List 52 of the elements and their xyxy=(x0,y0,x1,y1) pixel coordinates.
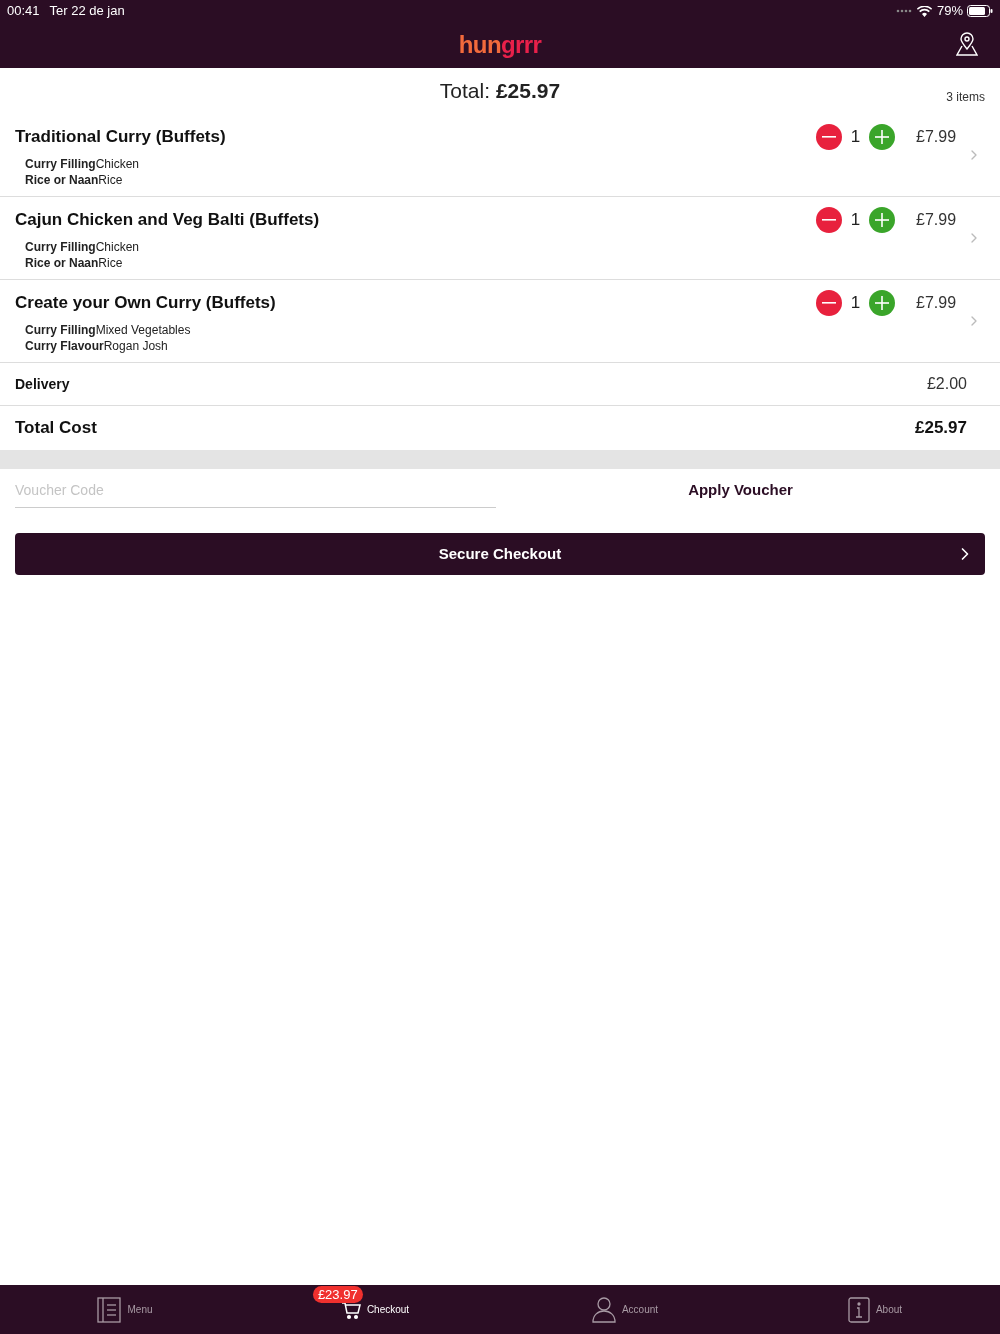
tab-item[interactable]: Menu xyxy=(0,1285,250,1334)
plus-icon xyxy=(875,130,889,144)
item-price: £7.99 xyxy=(916,210,956,230)
item-option: Curry FillingMixed Vegetables xyxy=(15,321,816,338)
item-price: £7.99 xyxy=(916,293,956,313)
delivery-label: Delivery xyxy=(15,374,70,394)
item-name: Traditional Curry (Buffets) xyxy=(15,126,227,148)
total-cost-value: £25.97 xyxy=(915,417,967,440)
item-count: 3 items xyxy=(946,89,985,106)
quantity: 1 xyxy=(849,209,862,231)
logo: hungrrr xyxy=(458,30,542,60)
delivery-price: £2.00 xyxy=(926,374,967,394)
cart-total-badge: £23.97 xyxy=(312,1285,363,1303)
battery-percent: 79% xyxy=(936,2,963,21)
increase-button[interactable] xyxy=(869,207,895,233)
voucher-field[interactable]: Voucher Code xyxy=(15,472,496,508)
order-total: Total: £25.97 xyxy=(439,79,561,103)
plus-icon xyxy=(875,213,889,227)
item-price: £7.99 xyxy=(916,127,956,147)
wifi-icon xyxy=(916,5,932,17)
apply-voucher-button[interactable]: Apply Voucher xyxy=(688,478,793,502)
tab-item[interactable]: £23.97 Checkout xyxy=(250,1285,500,1334)
minus-icon xyxy=(822,136,836,138)
book-icon xyxy=(97,1296,122,1323)
total-cost-label: Total Cost xyxy=(15,417,97,440)
status-date: Ter 22 de jan xyxy=(49,2,125,21)
plus-icon xyxy=(875,296,889,310)
signal-icon xyxy=(895,9,912,13)
decrease-button[interactable] xyxy=(816,124,842,150)
minus-icon xyxy=(822,302,836,304)
minus-icon xyxy=(822,219,836,221)
battery-icon xyxy=(967,5,993,17)
tab-item[interactable]: About xyxy=(750,1285,1000,1334)
item-option: Rice or NaanRice xyxy=(15,171,816,188)
status-time: 00:41 xyxy=(7,2,40,21)
item-name: Create your Own Curry (Buffets) xyxy=(15,292,277,314)
increase-button[interactable] xyxy=(869,290,895,316)
item-option: Curry FillingChicken xyxy=(15,238,816,255)
info-icon xyxy=(847,1296,870,1323)
quantity: 1 xyxy=(849,292,862,314)
item-option: Rice or NaanRice xyxy=(15,254,816,271)
secure-checkout-button[interactable]: Secure Checkout xyxy=(15,533,985,575)
decrease-button[interactable] xyxy=(816,207,842,233)
tab-item[interactable]: Account xyxy=(500,1285,750,1334)
item-name: Cajun Chicken and Veg Balti (Buffets) xyxy=(15,209,321,231)
quantity: 1 xyxy=(849,126,862,148)
increase-button[interactable] xyxy=(869,124,895,150)
person-icon xyxy=(591,1296,616,1323)
item-option: Curry FillingChicken xyxy=(15,155,816,172)
item-option: Curry FlavourRogan Josh xyxy=(15,337,816,354)
decrease-button[interactable] xyxy=(816,290,842,316)
map-pin-icon[interactable] xyxy=(956,32,978,56)
